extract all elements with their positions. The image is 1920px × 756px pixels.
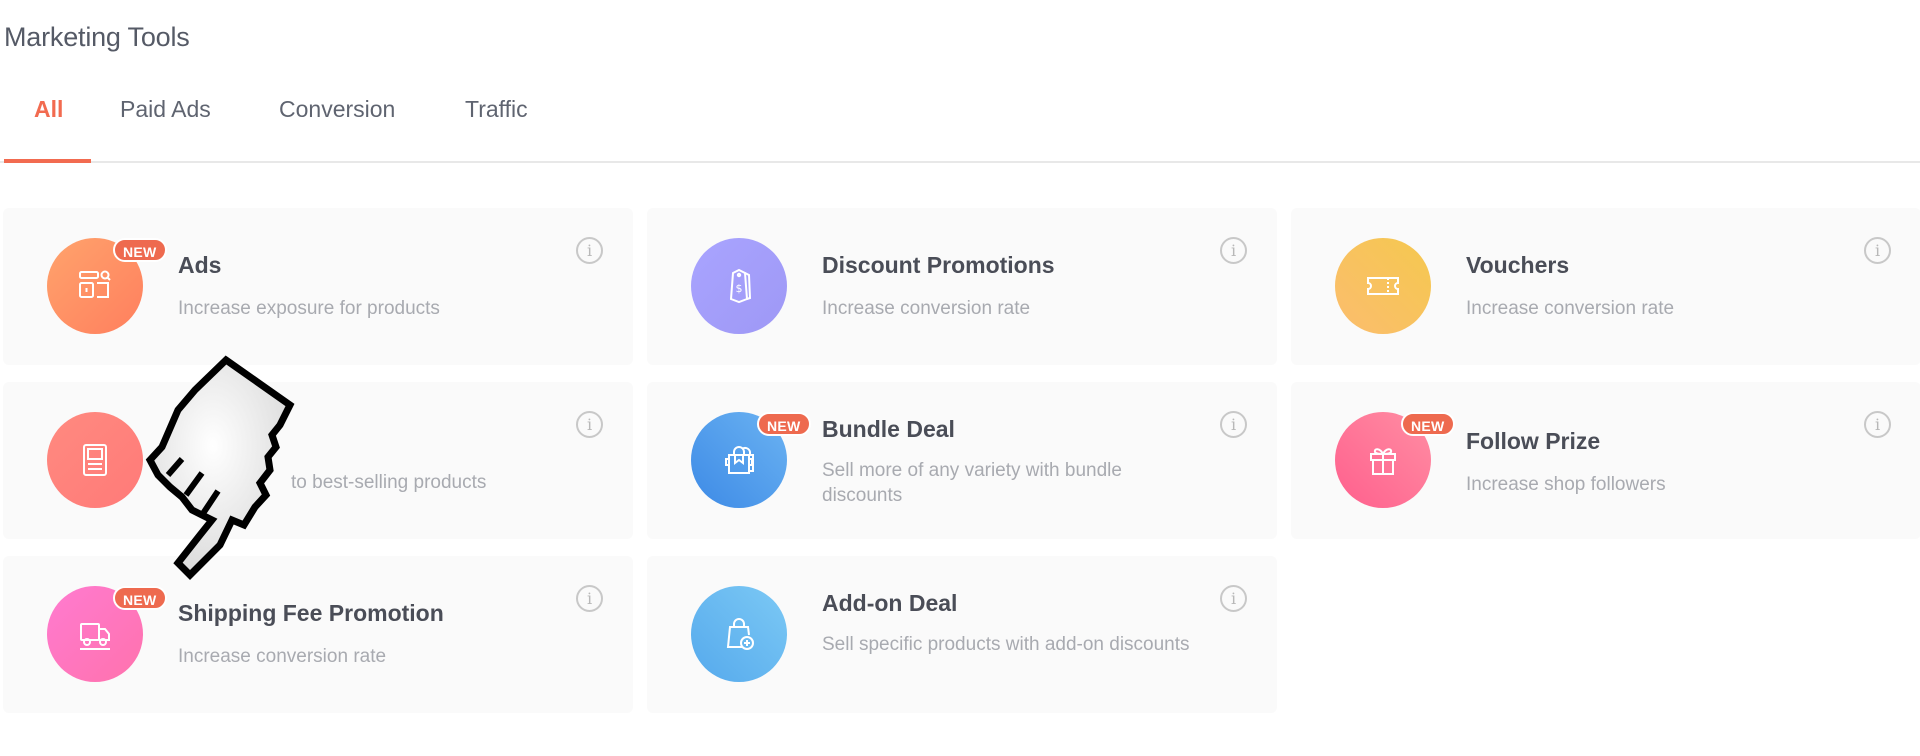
- gift-icon: NEW: [1335, 412, 1455, 508]
- tool-description: Sell more of any variety with bundle dis…: [822, 460, 1122, 506]
- tool-card-add-on-deal[interactable]: Add-on Deal Sell specific products with …: [647, 556, 1277, 713]
- shopping-bags-icon: NEW: [691, 412, 811, 508]
- info-icon[interactable]: i: [576, 411, 603, 438]
- tool-card-obscured[interactable]: to best-selling products i: [3, 382, 633, 539]
- ads-icon: NEW: [47, 238, 167, 334]
- new-badge: NEW: [113, 238, 167, 262]
- new-badge: NEW: [757, 412, 811, 436]
- tool-card-vouchers[interactable]: Vouchers Increase conversion rate i: [1291, 208, 1920, 365]
- info-icon[interactable]: i: [576, 585, 603, 612]
- tab-traffic[interactable]: Traffic: [465, 96, 528, 123]
- info-icon[interactable]: i: [576, 237, 603, 264]
- info-icon[interactable]: i: [1220, 585, 1247, 612]
- tool-description: to best-selling products: [291, 472, 487, 493]
- tool-description: Increase conversion rate: [178, 646, 387, 667]
- price-tag-icon: $: [691, 238, 787, 334]
- tool-card-follow-prize[interactable]: NEW Follow Prize Increase shop followers…: [1291, 382, 1920, 539]
- tool-title: Vouchers: [1466, 252, 1570, 278]
- tool-title: Discount Promotions: [822, 252, 1055, 278]
- tool-title: Follow Prize: [1466, 428, 1601, 454]
- new-badge: NEW: [1401, 412, 1455, 436]
- new-badge: NEW: [113, 586, 167, 610]
- tool-card-shipping-fee-promotion[interactable]: NEW Shipping Fee Promotion Increase conv…: [3, 556, 633, 713]
- info-icon[interactable]: i: [1864, 411, 1891, 438]
- active-tab-indicator: [4, 159, 91, 163]
- tool-title: Ads: [178, 252, 222, 278]
- info-icon[interactable]: i: [1220, 237, 1247, 264]
- tool-description: Increase conversion rate: [1466, 298, 1675, 319]
- page-title: Marketing Tools: [4, 22, 190, 52]
- info-icon[interactable]: i: [1864, 237, 1891, 264]
- tool-title: Shipping Fee Promotion: [178, 600, 444, 626]
- info-icon[interactable]: i: [1220, 411, 1247, 438]
- tab-conversion[interactable]: Conversion: [279, 96, 395, 123]
- tab-paid-ads[interactable]: Paid Ads: [120, 96, 211, 123]
- ticket-icon: [1335, 238, 1431, 334]
- tool-card-discount-promotions[interactable]: $ Discount Promotions Increase conversio…: [647, 208, 1277, 365]
- tool-description: Increase exposure for products: [178, 298, 440, 319]
- tool-description: Increase conversion rate: [822, 298, 1031, 319]
- tool-description: Sell specific products with add-on disco…: [822, 634, 1190, 655]
- tool-title: Add-on Deal: [822, 590, 958, 616]
- document-icon: [47, 412, 143, 508]
- tool-title: Bundle Deal: [822, 416, 955, 442]
- tool-card-bundle-deal[interactable]: NEW Bundle Deal Sell more of any variety…: [647, 382, 1277, 539]
- tab-all[interactable]: All: [34, 96, 63, 123]
- tool-description: Increase shop followers: [1466, 474, 1666, 495]
- tab-bar: All Paid Ads Conversion Traffic: [0, 90, 1920, 163]
- tool-card-ads[interactable]: NEW Ads Increase exposure for products i: [3, 208, 633, 365]
- bag-plus-icon: [691, 586, 787, 682]
- svg-text:$: $: [736, 282, 743, 295]
- truck-icon: NEW: [47, 586, 167, 682]
